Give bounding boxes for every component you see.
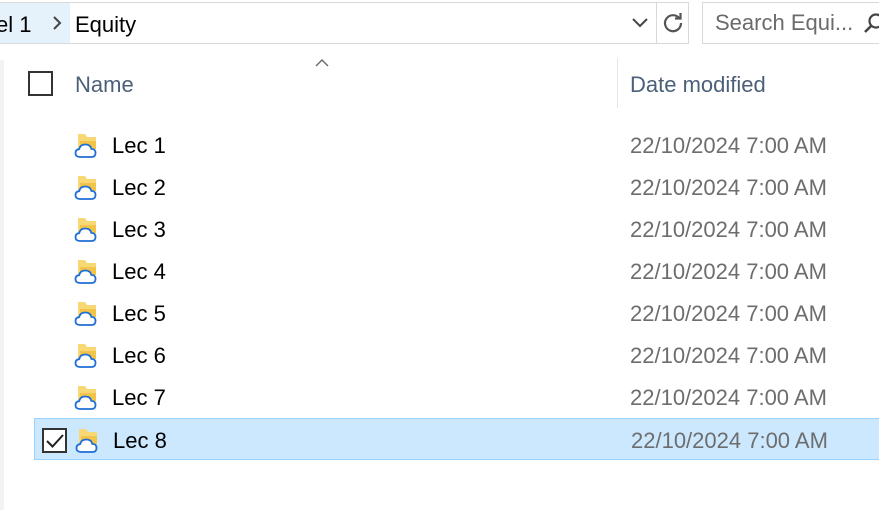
search-icon[interactable] [863,12,879,39]
chevron-down-icon[interactable] [624,3,656,43]
refresh-icon[interactable] [656,3,688,43]
list-item[interactable]: Lec 1 22/10/2024 7:00 AM [34,124,879,166]
file-date-modified: 22/10/2024 7:00 AM [630,343,827,368]
column-header-date-modified[interactable]: Date modified [630,72,766,98]
file-date-modified: 22/10/2024 7:00 AM [630,385,827,410]
navigation-pane-edge [0,60,4,510]
address-bar[interactable]: el 1 Equity [0,2,689,44]
file-date-modified: 22/10/2024 7:00 AM [630,259,827,284]
column-divider[interactable] [617,58,618,108]
select-all-checkbox[interactable] [28,71,53,96]
list-item[interactable]: Lec 7 22/10/2024 7:00 AM [34,376,879,418]
checkmark-icon [45,433,64,448]
folder-cloud-icon [74,216,100,249]
file-date-modified: 22/10/2024 7:00 AM [630,217,827,242]
column-header-name[interactable]: Name [75,72,134,98]
sort-up-icon [314,55,330,73]
chevron-right-icon[interactable] [44,3,70,43]
file-name[interactable]: Lec 8 [113,428,167,454]
list-item[interactable]: Lec 4 22/10/2024 7:00 AM [34,250,879,292]
file-name[interactable]: Lec 1 [112,133,166,159]
folder-cloud-icon [75,427,101,460]
list-item[interactable]: Lec 5 22/10/2024 7:00 AM [34,292,879,334]
folder-cloud-icon [74,174,100,207]
file-name[interactable]: Lec 5 [112,301,166,327]
folder-cloud-icon [74,300,100,333]
folder-cloud-icon [74,342,100,375]
file-date-modified: 22/10/2024 7:00 AM [631,428,828,453]
folder-cloud-icon [74,384,100,417]
folder-cloud-icon [74,132,100,165]
file-date-modified: 22/10/2024 7:00 AM [630,175,827,200]
breadcrumb-current[interactable]: Equity [75,12,136,38]
file-name[interactable]: Lec 3 [112,217,166,243]
search-box[interactable] [702,2,879,44]
breadcrumb-parent[interactable]: el 1 [0,3,44,43]
file-name[interactable]: Lec 4 [112,259,166,285]
file-date-modified: 22/10/2024 7:00 AM [630,133,827,158]
list-item[interactable]: Lec 6 22/10/2024 7:00 AM [34,334,879,376]
breadcrumb-parent-label: el 1 [0,12,32,37]
row-checkbox[interactable] [42,428,67,453]
list-item[interactable]: Lec 2 22/10/2024 7:00 AM [34,166,879,208]
search-input[interactable] [715,3,865,43]
file-date-modified: 22/10/2024 7:00 AM [630,301,827,326]
file-name[interactable]: Lec 7 [112,385,166,411]
list-item[interactable]: Lec 3 22/10/2024 7:00 AM [34,208,879,250]
folder-cloud-icon [74,258,100,291]
file-name[interactable]: Lec 6 [112,343,166,369]
list-item[interactable]: Lec 8 22/10/2024 7:00 AM [34,418,879,460]
file-name[interactable]: Lec 2 [112,175,166,201]
